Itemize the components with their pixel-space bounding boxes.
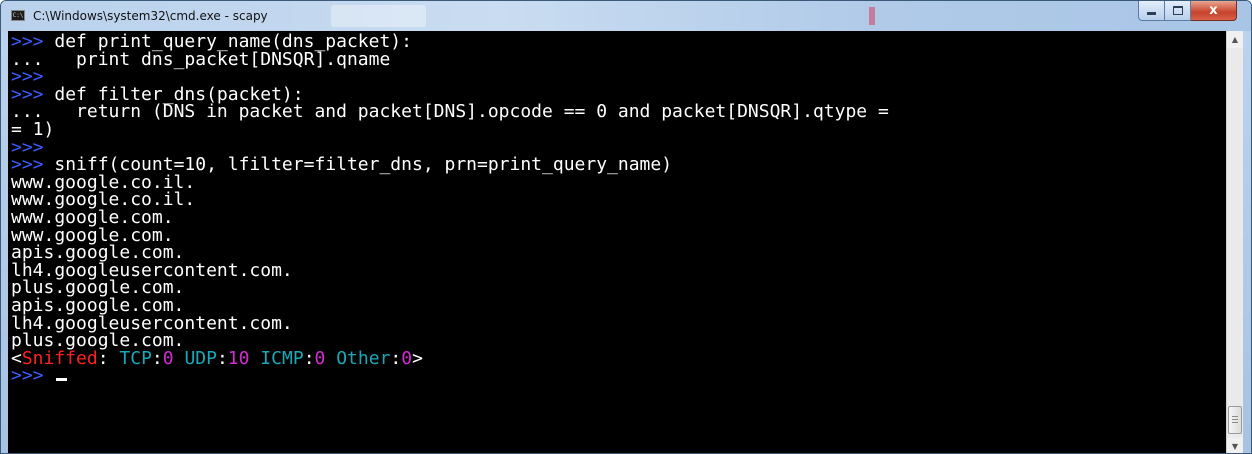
console-segment: : [151, 347, 163, 369]
console-segment: ICMP [260, 347, 304, 369]
console-segment [174, 348, 185, 369]
console-segment: : [390, 347, 402, 369]
console-line: <Sniffed: TCP:0 UDP:10 ICMP:0 Other:0> [11, 347, 889, 369]
title-bar[interactable]: C:\ C:\Windows\system32\cmd.exe - scapy … [1, 1, 1251, 31]
scroll-up-arrow-icon[interactable]: ▲ [1227, 31, 1243, 48]
console-line: >>> [11, 367, 889, 385]
maximize-button[interactable] [1165, 1, 1191, 21]
maximize-icon [1172, 6, 1183, 15]
title-bar-glare [331, 5, 426, 27]
close-button[interactable]: x [1191, 1, 1237, 21]
thumb-grip-line [1232, 416, 1238, 417]
console-segment: 0 [162, 347, 174, 369]
cmd-window: C:\ C:\Windows\system32\cmd.exe - scapy … [0, 0, 1252, 454]
cmd-icon[interactable]: C:\ [11, 10, 25, 21]
console-segment: TCP [119, 347, 152, 369]
scrollbar-thumb[interactable] [1228, 406, 1242, 434]
console-line: = 1) [11, 120, 889, 139]
console-segment: 0 [314, 347, 326, 369]
console-segment: print dns_packet[DNSQR].qname [76, 48, 391, 70]
console-segment: 10 [227, 347, 250, 369]
console-segment: : [216, 347, 228, 369]
prompt-marker: >>> [11, 365, 55, 387]
close-icon: x [1209, 3, 1218, 18]
minimize-button[interactable] [1138, 1, 1165, 21]
console-segment: return (DNS in packet and packet[DNS].op… [76, 101, 889, 123]
console-segment: 0 [401, 347, 413, 369]
console-segment: : [303, 347, 315, 369]
window-title: C:\Windows\system32\cmd.exe - scapy [33, 9, 268, 23]
thumb-grip-line [1232, 422, 1238, 423]
console-output[interactable]: >>> def print_query_name(dns_packet):...… [8, 31, 1226, 453]
console-line: ... print dns_packet[DNSQR].qname [11, 48, 889, 70]
text-cursor [56, 378, 68, 382]
scroll-down-arrow-icon[interactable]: ▼ [1227, 438, 1243, 453]
console-segment [249, 348, 260, 369]
vertical-scrollbar[interactable]: ▲ ▼ [1226, 31, 1243, 453]
console-segment: > [412, 347, 423, 369]
thumb-grip-line [1232, 419, 1238, 420]
console-segment: UDP [184, 347, 217, 369]
console-text: >>> def print_query_name(dns_packet):...… [11, 33, 889, 385]
console-segment [325, 348, 336, 369]
console-segment: Other [336, 347, 391, 369]
minimize-icon [1147, 12, 1156, 15]
title-bar-accent [869, 7, 875, 25]
console-line: ... return (DNS in packet and packet[DNS… [11, 103, 889, 121]
console-segment: : [97, 347, 120, 369]
